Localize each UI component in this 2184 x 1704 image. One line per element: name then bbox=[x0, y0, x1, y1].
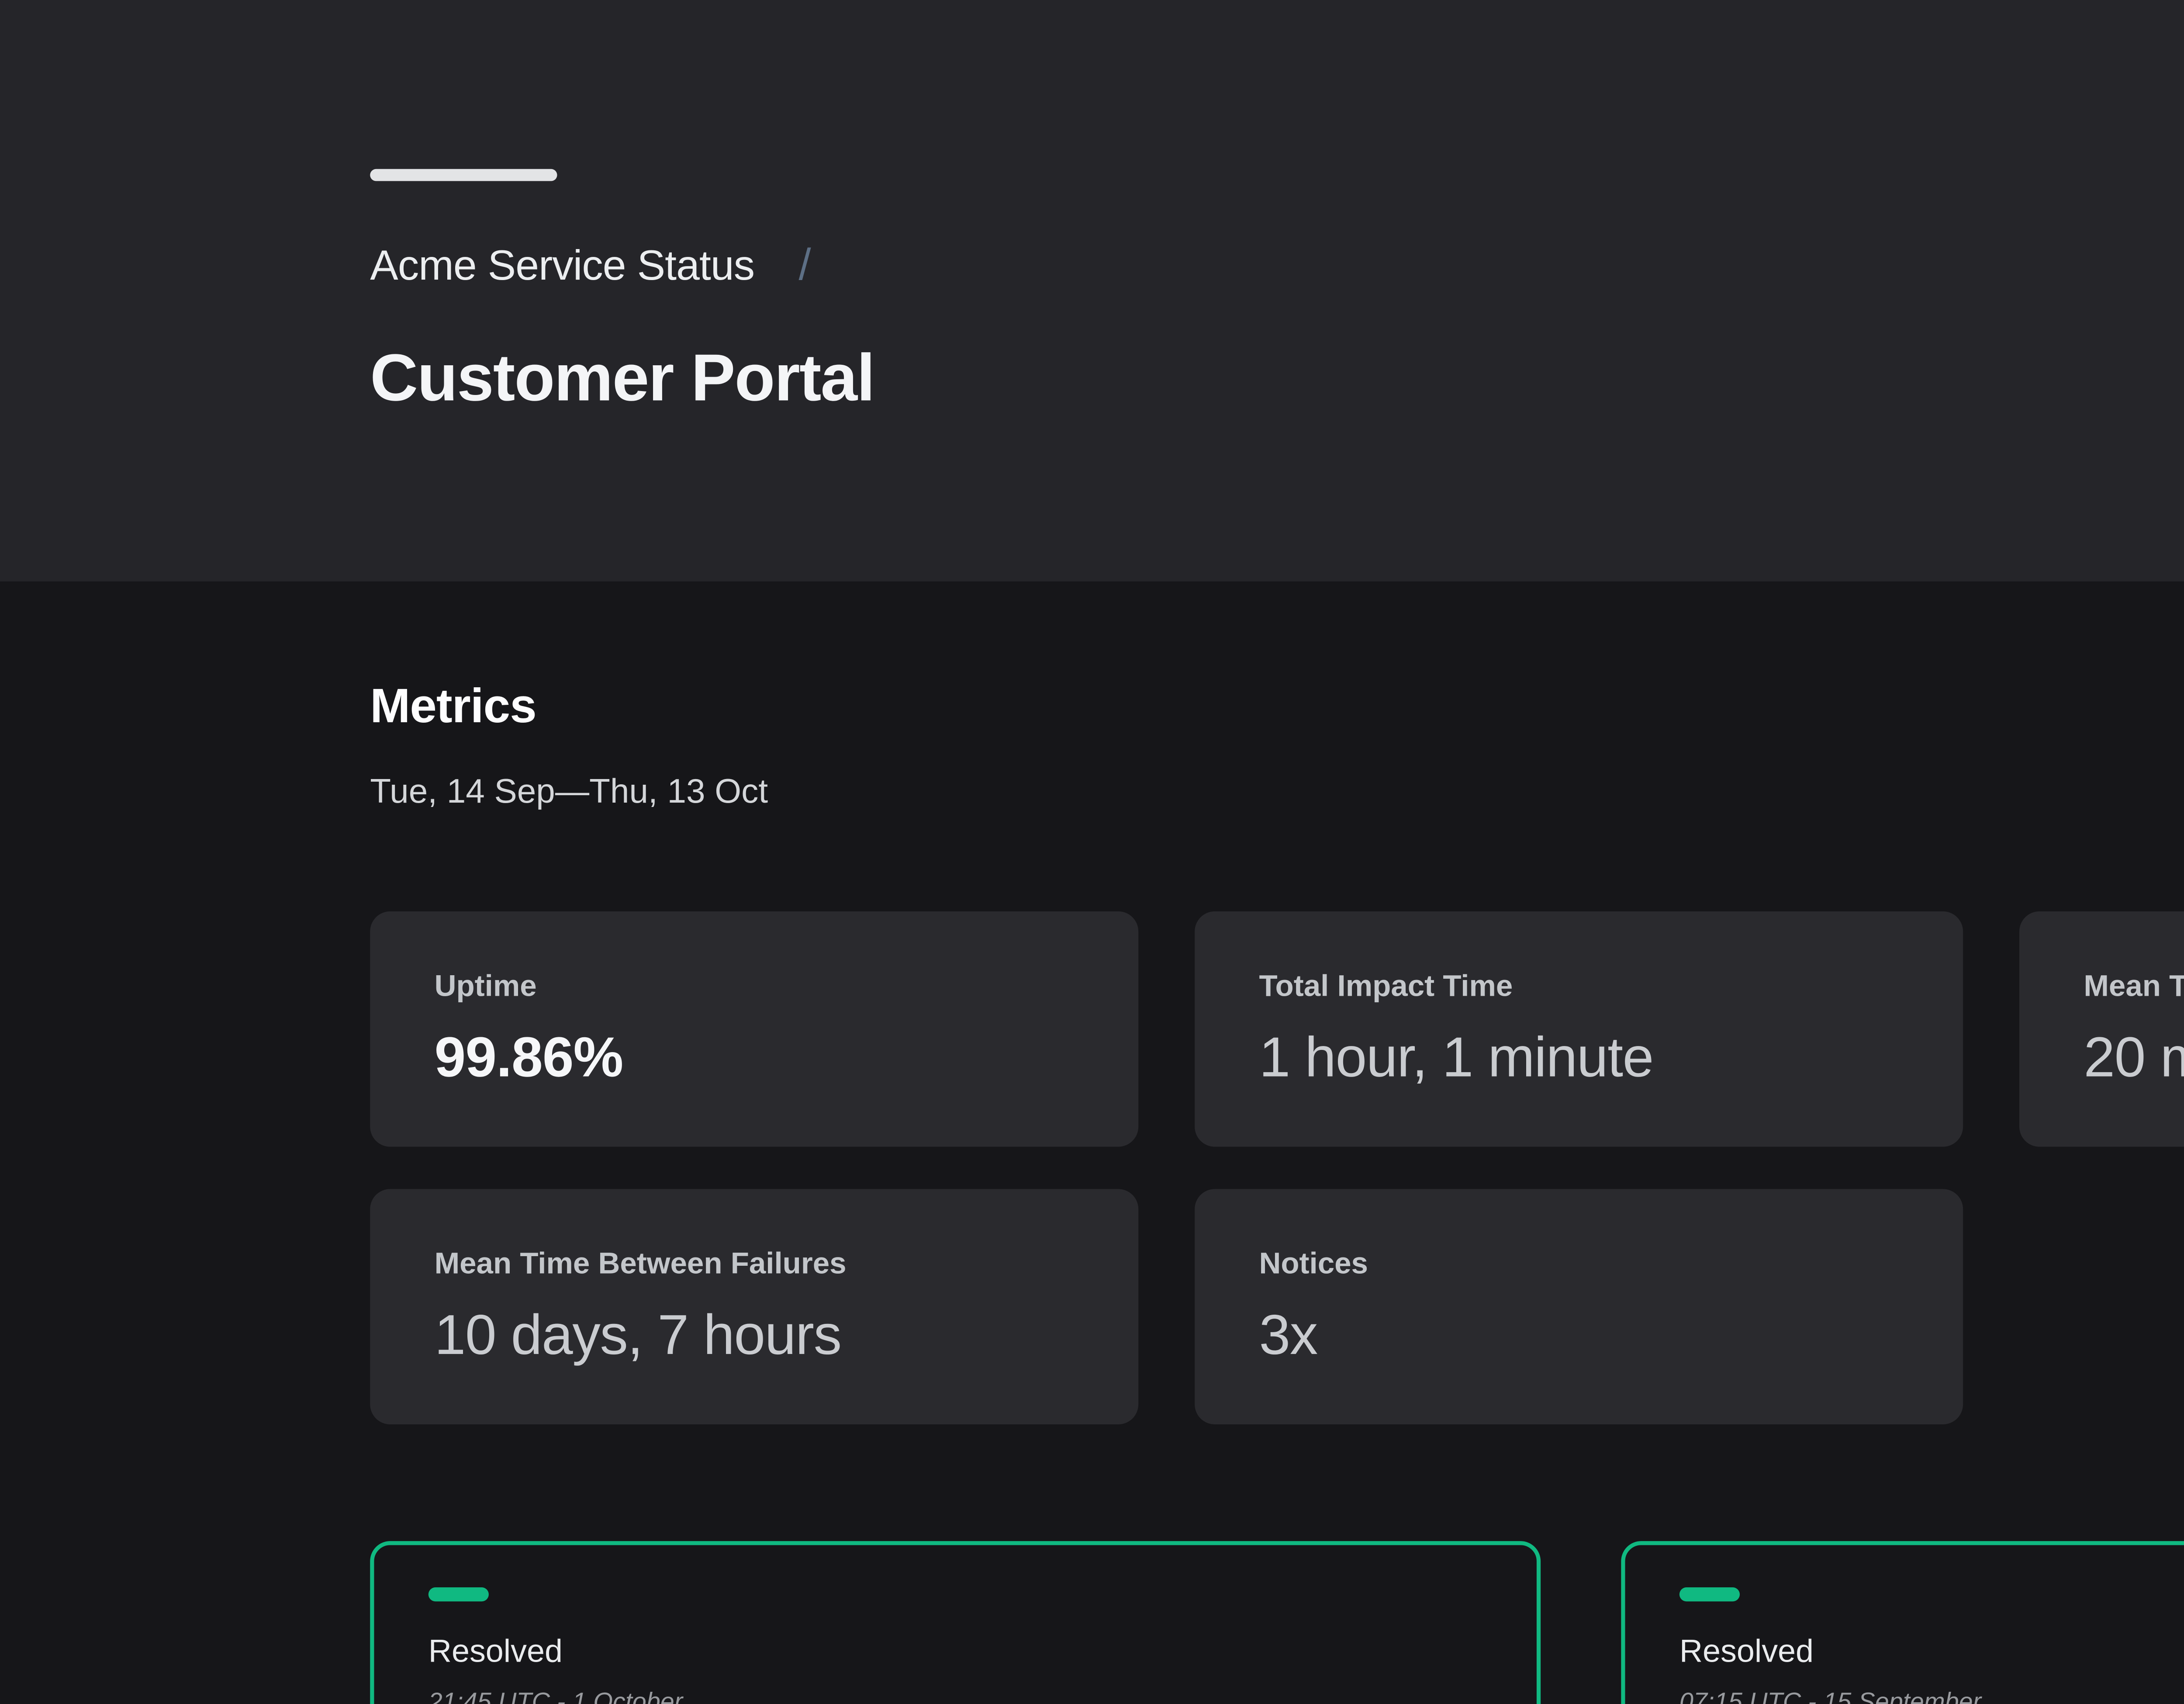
metric-value: 1 hour, 1 minute bbox=[1259, 1024, 1898, 1093]
brand-accent-bar bbox=[370, 169, 557, 181]
metric-value: 10 days, 7 hours bbox=[435, 1302, 1074, 1370]
metric-card-notices: Notices 3x bbox=[1195, 1189, 1963, 1424]
page: Acme Service Status / Customer Portal Me… bbox=[0, 0, 2184, 1704]
metric-value: 20 minutes bbox=[2084, 1024, 2184, 1093]
page-title: Customer Portal bbox=[370, 338, 874, 419]
metric-label: Mean Time Between Failures bbox=[435, 1247, 1074, 1284]
metrics-heading: Metrics bbox=[370, 678, 536, 737]
metric-card-uptime: Uptime 99.86% bbox=[370, 911, 1138, 1147]
notice-status: Resolved bbox=[1679, 1634, 2184, 1674]
notices-grid: Resolved 21:45 UTC - 1 October Resolved … bbox=[370, 1541, 2184, 1704]
status-indicator-pill bbox=[429, 1587, 489, 1601]
brand-link[interactable]: Acme Service Status bbox=[370, 242, 754, 292]
page-header: Acme Service Status / Customer Portal bbox=[0, 0, 2184, 582]
breadcrumb-separator: / bbox=[799, 239, 811, 290]
notice-timestamp: 21:45 UTC - 1 October bbox=[429, 1686, 1479, 1704]
metric-card-total-impact-time: Total Impact Time 1 hour, 1 minute bbox=[1195, 911, 1963, 1147]
metric-label: Mean Time to Recovery bbox=[2084, 970, 2184, 1006]
notice-card[interactable]: Resolved 07:15 UTC - 15 September bbox=[1621, 1541, 2184, 1704]
notice-timestamp: 07:15 UTC - 15 September bbox=[1679, 1686, 2184, 1704]
metric-card-mean-time-between-failures: Mean Time Between Failures 10 days, 7 ho… bbox=[370, 1189, 1138, 1424]
status-indicator-pill bbox=[1679, 1587, 1740, 1601]
metric-label: Notices bbox=[1259, 1247, 1898, 1284]
metric-value: 99.86% bbox=[435, 1024, 1074, 1093]
date-range-label: Tue, 14 Sep—Thu, 13 Oct bbox=[370, 771, 768, 815]
metric-card-mean-time-to-recovery: Mean Time to Recovery 20 minutes bbox=[2019, 911, 2184, 1147]
notice-status: Resolved bbox=[429, 1634, 1479, 1674]
metric-label: Uptime bbox=[435, 970, 1074, 1006]
metric-value: 3x bbox=[1259, 1302, 1898, 1370]
metric-cards-grid: Uptime 99.86% Total Impact Time 1 hour, … bbox=[370, 911, 2184, 1424]
metric-label: Total Impact Time bbox=[1259, 970, 1898, 1006]
breadcrumb: Acme Service Status / bbox=[370, 239, 811, 292]
notice-card[interactable]: Resolved 21:45 UTC - 1 October bbox=[370, 1541, 1541, 1704]
